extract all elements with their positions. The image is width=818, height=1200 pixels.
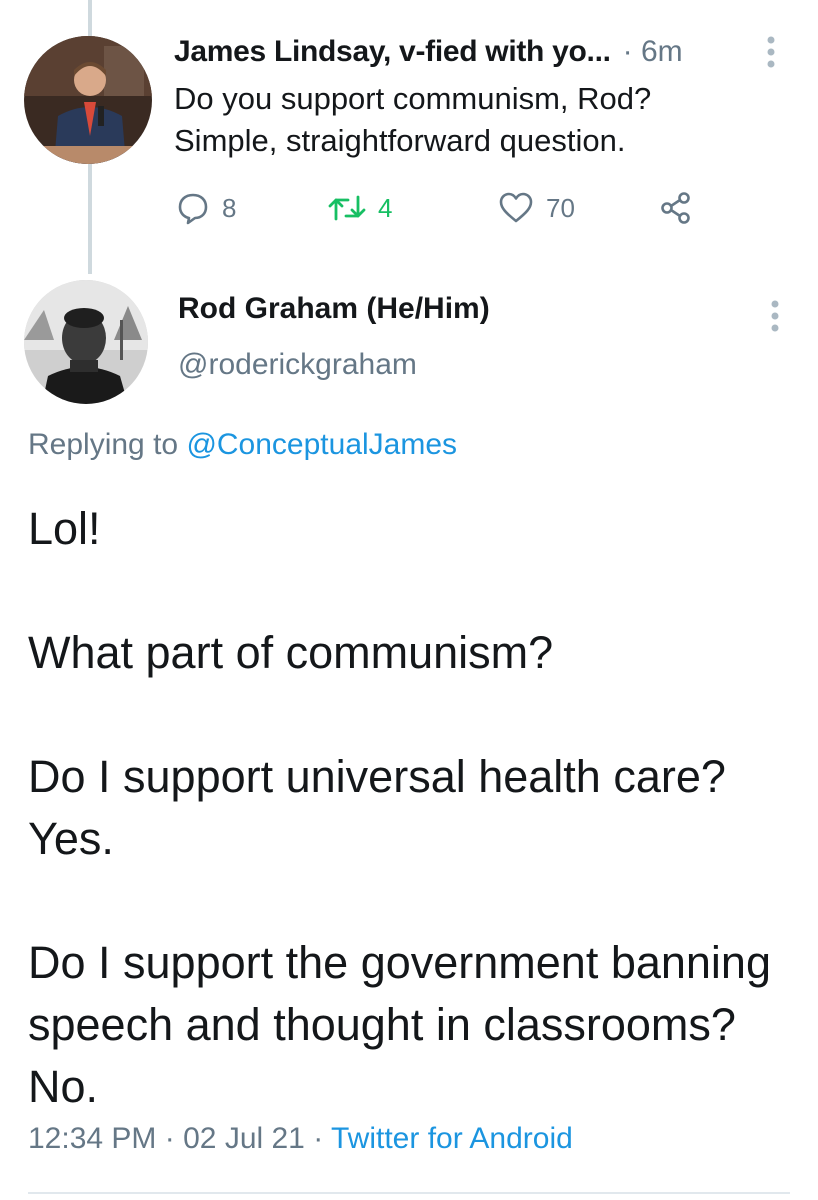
avatar[interactable]	[24, 280, 148, 404]
divider	[28, 1192, 790, 1194]
tweet-time[interactable]: 12:34 PM	[28, 1122, 156, 1155]
thread-line	[88, 164, 92, 274]
tweet-text-line: Do you support communism, Rod?	[174, 81, 652, 116]
thread-line-top	[88, 0, 92, 36]
tweet-paragraph: What part of communism?	[28, 627, 554, 678]
tweet1-header: James Lindsay, v-fied with yo... · 6m	[174, 28, 794, 76]
tweet-paragraph: Do I support the government banning spee…	[28, 937, 771, 1112]
share-button[interactable]	[658, 188, 694, 228]
tweet-paragraph: Do I support universal health care? Yes.	[28, 751, 726, 864]
replying-to: Replying to @ConceptualJames	[28, 428, 457, 462]
heart-icon	[499, 192, 533, 223]
author-name[interactable]: James Lindsay, v-fied with yo...	[174, 35, 611, 69]
more-options-icon[interactable]	[770, 298, 780, 339]
author-name[interactable]: Rod Graham (He/Him)	[178, 292, 490, 326]
tweet-text: Do you support communism, Rod? Simple, s…	[174, 78, 774, 162]
retweet-count: 4	[378, 192, 393, 223]
author-handle[interactable]: @roderickgraham	[178, 348, 417, 382]
source-link[interactable]: Twitter for Android	[331, 1122, 573, 1155]
mention-link[interactable]: @ConceptualJames	[186, 428, 457, 461]
meta-separator: ·	[313, 1122, 324, 1155]
more-options-icon[interactable]	[766, 34, 776, 78]
meta-separator: ·	[164, 1122, 175, 1155]
share-icon	[661, 192, 690, 224]
like-count: 70	[546, 192, 575, 223]
retweet-icon	[328, 195, 366, 221]
reply-icon	[178, 193, 208, 225]
tweet-text-line: Simple, straightforward question.	[174, 123, 626, 158]
tweet-meta: 12:34 PM · 02 Jul 21 · Twitter for Andro…	[28, 1122, 573, 1156]
replying-prefix: Replying to	[28, 428, 179, 461]
tweet-date[interactable]: 02 Jul 21	[183, 1122, 305, 1155]
tweet-actions: 8 4 70	[176, 188, 716, 228]
tweet-paragraph: Lol!	[28, 503, 101, 554]
reply-count: 8	[222, 192, 237, 223]
retweet-button[interactable]: 4	[328, 188, 392, 228]
timestamp[interactable]: · 6m	[623, 35, 683, 69]
avatar[interactable]	[24, 36, 152, 164]
reply-button[interactable]: 8	[176, 188, 236, 228]
tweet-body: Lol! What part of communism? Do I suppor…	[28, 498, 788, 1118]
like-button[interactable]: 70	[498, 188, 575, 228]
